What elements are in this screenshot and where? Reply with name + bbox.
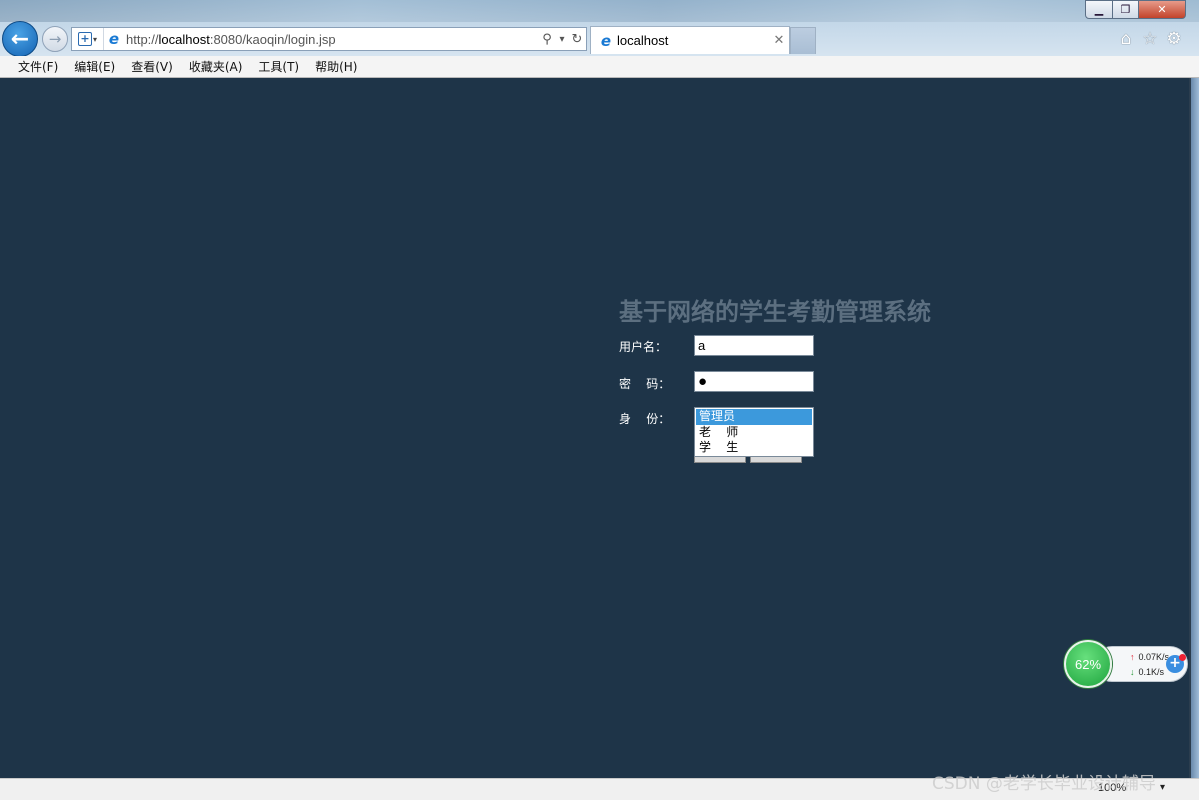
address-bar[interactable]: + ▾ e http://localhost:8080/kaoqin/login… (71, 27, 587, 51)
menu-view[interactable]: 查看(V) (131, 58, 173, 75)
titlebar-background (0, 0, 1199, 22)
address-url-input[interactable]: http://localhost:8080/kaoqin/login.jsp (124, 32, 538, 47)
forward-arrow-icon: → (48, 30, 62, 48)
network-speed-widget[interactable]: 62% ↑ 0.07K/s ↓ 0.1K/s + (1064, 640, 1190, 688)
search-icon[interactable]: ⚲ (538, 28, 556, 50)
role-option-admin[interactable]: 管理员 (696, 409, 812, 425)
notification-dot (1179, 654, 1186, 661)
new-tab-button[interactable] (790, 27, 816, 54)
upload-arrow-icon: ↑ (1130, 652, 1135, 662)
url-path: :8080/kaoqin/login.jsp (209, 31, 336, 47)
home-icon[interactable]: ⌂ (1115, 28, 1137, 50)
ie-page-icon: e (108, 30, 120, 48)
password-label: 密 码： (619, 377, 671, 391)
refresh-icon[interactable]: ↻ (568, 28, 586, 50)
menu-tools[interactable]: 工具(T) (258, 58, 299, 75)
usage-ball[interactable]: 62% (1064, 640, 1112, 688)
menu-favorites[interactable]: 收藏夹(A) (189, 58, 243, 75)
download-speed-value: 0.1K/s (1138, 667, 1165, 677)
role-option-student[interactable]: 学 生 (696, 440, 812, 456)
url-prefix: http:// (126, 31, 159, 47)
password-input[interactable]: ● (694, 371, 814, 392)
tab-localhost[interactable]: e localhost ✕ (590, 26, 790, 54)
role-label: 身 份： (619, 412, 671, 426)
minimize-button[interactable]: ▁ (1085, 0, 1113, 19)
favorites-star-icon[interactable]: ☆ (1139, 28, 1161, 50)
download-arrow-icon: ↓ (1130, 667, 1135, 677)
download-speed: ↓ 0.1K/s (1130, 667, 1164, 677)
role-option-teacher[interactable]: 老 师 (696, 425, 812, 441)
close-window-button[interactable]: ✕ (1138, 0, 1186, 19)
zoom-dropdown-icon[interactable]: ▾ (1160, 782, 1165, 793)
compat-shield-icon: + (77, 32, 92, 46)
forward-button[interactable]: → (42, 26, 68, 52)
compatibility-view-button[interactable]: + ▾ (72, 28, 104, 50)
url-host: localhost (158, 31, 210, 47)
username-label: 用户名： (619, 340, 668, 354)
reset-button[interactable] (750, 457, 802, 463)
login-button[interactable] (694, 457, 746, 463)
maximize-button[interactable]: ❐ (1112, 0, 1139, 19)
page-title: 基于网络的学生考勤管理系统 (619, 298, 931, 326)
tab-title: localhost (617, 33, 669, 48)
settings-gear-icon[interactable]: ⚙ (1163, 28, 1185, 50)
menu-bar: 文件(F) 编辑(E) 查看(V) 收藏夹(A) 工具(T) 帮助(H) (0, 56, 1199, 78)
watermark: CSDN @老学长毕业设计辅导 (932, 774, 1156, 794)
upload-speed: ↑ 0.07K/s (1130, 652, 1169, 662)
role-select[interactable]: 管理员 老 师 学 生 (694, 407, 814, 457)
menu-edit[interactable]: 编辑(E) (74, 58, 115, 75)
tab-close-icon[interactable]: ✕ (769, 33, 789, 48)
upload-speed-value: 0.07K/s (1138, 652, 1170, 662)
back-button[interactable]: ← (2, 21, 38, 57)
ie-tab-icon: e (600, 31, 612, 50)
back-arrow-icon: ← (10, 26, 30, 52)
username-input[interactable]: a (694, 335, 814, 356)
background-window-edge (1189, 78, 1199, 778)
menu-file[interactable]: 文件(F) (18, 58, 58, 75)
menu-help[interactable]: 帮助(H) (315, 58, 357, 75)
compat-dropdown-icon: ▾ (92, 34, 97, 44)
usage-percent: 62% (1074, 656, 1102, 672)
address-dropdown-icon[interactable]: ▾ (556, 28, 568, 50)
